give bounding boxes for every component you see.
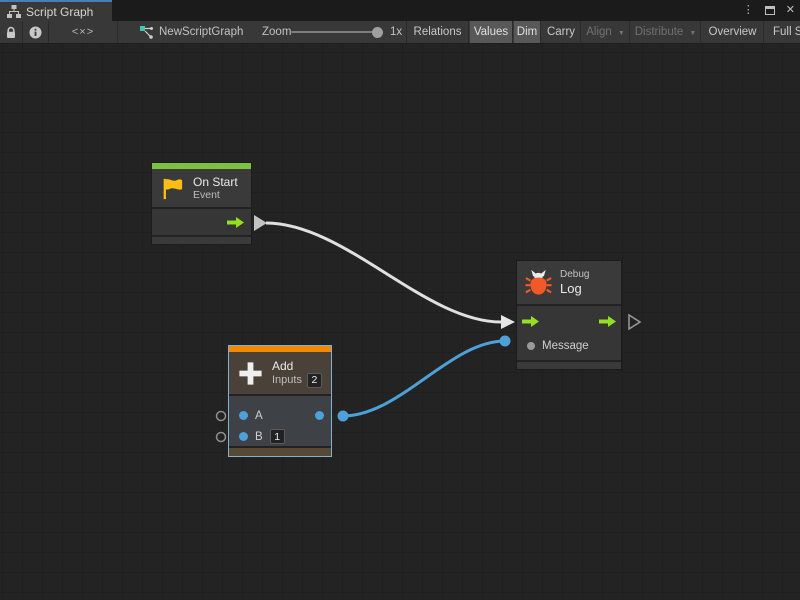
zoom-value: 1x <box>390 21 402 43</box>
exec-wire[interactable] <box>266 223 501 322</box>
node-footer <box>152 235 251 244</box>
script-graph-asset-icon <box>139 25 153 39</box>
dim-button[interactable]: Dim <box>514 21 541 43</box>
node-footer <box>229 446 331 456</box>
inputs-count-field[interactable]: 2 <box>307 373 322 388</box>
message-port-icon[interactable] <box>527 342 535 350</box>
value-wire-start-dot[interactable] <box>338 411 349 422</box>
window-controls: ⋮ ✕ <box>743 0 795 21</box>
port-row-a: A <box>229 405 331 426</box>
port-b-label: B <box>255 431 263 443</box>
node-footer <box>517 360 621 369</box>
value-in-connector[interactable] <box>217 433 226 442</box>
port-b-value-field[interactable]: 1 <box>270 429 285 444</box>
values-button[interactable]: Values <box>470 21 513 43</box>
graph-canvas[interactable]: On Start Event Debug Log <box>0 44 800 600</box>
node-header: On Start Event <box>152 169 251 207</box>
inspect-button[interactable] <box>23 21 49 43</box>
plus-icon <box>237 360 264 387</box>
node-subtitle: Event <box>193 189 238 202</box>
maximize-icon[interactable] <box>765 6 775 15</box>
info-icon <box>29 26 42 39</box>
node-title: Log <box>560 281 589 297</box>
message-port-label: Message <box>542 340 589 352</box>
node-debug-log[interactable]: Debug Log Message <box>516 260 622 370</box>
code-view-button[interactable]: <×> <box>49 21 118 43</box>
node-header: Debug Log <box>517 261 621 304</box>
distribute-button[interactable]: Distribute ▼ <box>631 21 701 43</box>
lock-icon <box>5 26 17 39</box>
node-title: Add <box>272 359 322 373</box>
value-in-connector[interactable] <box>217 412 226 421</box>
exec-input-port-icon[interactable] <box>522 316 539 327</box>
wire-layer <box>0 44 800 600</box>
relations-button[interactable]: Relations <box>406 21 469 43</box>
node-on-start[interactable]: On Start Event <box>151 162 252 245</box>
menu-icon[interactable]: ⋮ <box>743 5 754 16</box>
zoom-slider-thumb[interactable] <box>372 27 383 38</box>
value-wire[interactable] <box>343 341 505 416</box>
dropdown-arrow-icon: ▼ <box>618 30 625 37</box>
tab-bar: Script Graph ⋮ ✕ <box>0 0 800 21</box>
graph-asset[interactable]: NewScriptGraph <box>139 21 243 43</box>
node-ports: Message <box>517 304 621 360</box>
tab-script-graph[interactable]: Script Graph <box>0 0 112 21</box>
graph-hierarchy-icon <box>7 5 21 18</box>
node-ports: A B 1 <box>229 394 331 446</box>
code-icon: <×> <box>72 26 94 38</box>
exec-out-connector[interactable] <box>254 215 267 231</box>
flag-icon <box>160 176 185 201</box>
overview-button[interactable]: Overview <box>702 21 764 43</box>
output-port-icon[interactable] <box>315 411 324 420</box>
zoom-label: Zoom <box>262 21 291 43</box>
node-header: Add Inputs 2 <box>229 352 331 394</box>
zoom-slider[interactable] <box>291 31 379 33</box>
node-ports <box>152 207 251 235</box>
input-port-b-icon[interactable] <box>239 432 248 441</box>
port-row-b: B 1 <box>229 426 331 447</box>
port-a-label: A <box>255 410 263 422</box>
graph-name: NewScriptGraph <box>159 26 243 38</box>
tab-title: Script Graph <box>26 5 93 19</box>
close-icon[interactable]: ✕ <box>786 5 795 16</box>
exec-output-port-icon[interactable] <box>227 217 244 228</box>
inputs-label: Inputs <box>272 374 302 387</box>
node-add[interactable]: Add Inputs 2 A B 1 <box>228 345 332 457</box>
exec-out-connector[interactable] <box>629 315 640 329</box>
lock-button[interactable] <box>0 21 23 43</box>
node-kicker: Debug <box>560 269 589 281</box>
dropdown-arrow-icon: ▼ <box>689 30 696 37</box>
node-title: On Start <box>193 175 238 189</box>
exec-port-row <box>517 308 621 334</box>
align-button[interactable]: Align ▼ <box>582 21 630 43</box>
value-wire-end-dot[interactable] <box>500 336 511 347</box>
input-port-a-icon[interactable] <box>239 411 248 420</box>
exec-output-port-icon[interactable] <box>599 316 616 327</box>
message-port-row: Message <box>517 334 621 358</box>
carry-button[interactable]: Carry <box>542 21 581 43</box>
graph-toolbar: <×> NewScriptGraph Zoom 1x Relations Val… <box>0 21 800 44</box>
bug-icon <box>525 267 552 298</box>
exec-wire-arrowhead <box>501 315 515 329</box>
fullscreen-button[interactable]: Full S <box>765 21 800 43</box>
